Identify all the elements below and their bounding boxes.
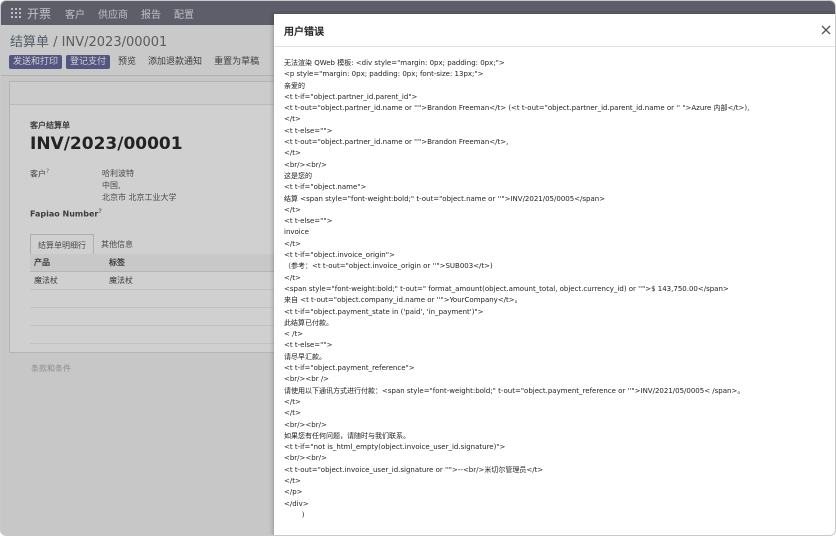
error-message-line: </t> [284,397,301,406]
error-message-line: <br/><br/> [284,160,327,169]
error-message-line: <t t-out="object.partner_id.name or ''">… [284,138,509,147]
error-message-line: <br/><br/> [284,454,327,463]
error-message-line: 无法渲染 QWeb 模板: <div style="margin: 0px; p… [284,59,505,67]
error-message-line: <t t-out="object.invoice_user_id.signatu… [284,465,544,474]
error-message-line: <t t-out="object.partner_id.name or ''">… [284,104,750,113]
error-message-line: </t> [284,149,301,158]
error-message-body: 无法渲染 QWeb 模板: <div style="margin: 0px; p… [284,58,829,521]
error-message-line: </t> [284,476,301,485]
error-message-line: 请使用以下通讯方式进行付款：<span style="font-weight:b… [284,386,745,395]
error-message-line: 结算 <span style="font-weight:bold;" t-out… [284,194,606,203]
error-message-line: </t> [284,239,301,248]
error-message-line: <t t-else=""> [284,126,333,135]
app-window: 开票 客户 供应商 报告 配置 结算单 / INV/2023/00001 发送和… [0,0,836,536]
error-message-line: <span style="font-weight:bold;" t-out=" … [284,284,729,293]
error-message-line: </t> [284,205,301,214]
error-message-line: </t> [284,273,301,282]
error-message-line: 如果您有任何问题，请随时与我们联系。 [284,431,410,440]
user-error-dialog: 用户错误 无法渲染 QWeb 模板: <div style="margin: 0… [274,14,835,535]
error-message-line: <t t-else=""> [284,217,333,226]
error-message-line: <t t-if="object.payment_state in ('paid'… [284,307,484,316]
error-message-line: 请尽早汇款。 [284,352,326,361]
error-message-line: 来自 <t t-out="object.company_id.name or '… [284,296,522,305]
close-icon[interactable] [819,22,833,36]
error-message-line: < /t> [284,330,304,339]
error-message-line: （参考：<t t-out="object.invoice_origin or '… [284,262,493,271]
error-message-line: </t> [284,115,301,124]
error-message-line: 亲爱的 [284,81,305,90]
error-message-line: <t t-if="object.invoice_origin"> [284,251,395,260]
error-message-line: <br/><br /> [284,375,330,384]
dialog-title: 用户错误 [284,27,324,38]
error-message-line: </p> [284,488,303,497]
dialog-header: 用户错误 [274,14,835,47]
error-message-line: <t t-if="not is_html_empty(object.invoic… [284,443,506,452]
error-message-line: <t t-if="object.partner_id.parent_id"> [284,92,418,101]
error-message-line: <t t-if="object.payment_reference"> [284,364,415,373]
error-message-line: invoice [284,228,309,237]
error-message-line: </div> [284,499,309,508]
error-message-line: <t t-else=""> [284,341,333,350]
error-message-line: 这是您的 [284,171,312,180]
error-message-line: <t t-if="object.name"> [284,183,367,192]
error-message-line: ) [284,510,305,519]
error-message-line: <p style="margin: 0px; padding: 0px; fon… [284,70,484,79]
error-message-line: <br/><br/> [284,420,327,429]
error-message-line: 此结算已付款。 [284,318,333,327]
error-message-line: </t> [284,409,301,418]
